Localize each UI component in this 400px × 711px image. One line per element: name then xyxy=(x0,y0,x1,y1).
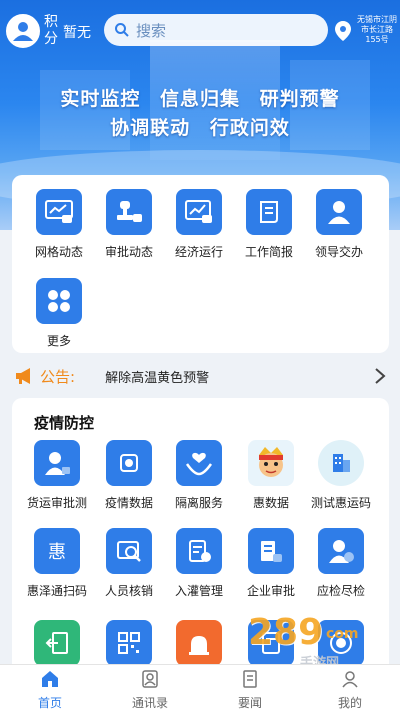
epidemic-label: 惠泽通扫码 xyxy=(26,584,87,598)
epidemic-label: 惠数据 xyxy=(252,496,289,510)
epidemic-hui-scan[interactable]: 惠 惠泽通扫码 xyxy=(22,528,92,599)
profile-icon xyxy=(342,671,358,688)
menu-approval-dynamics[interactable]: 审批动态 xyxy=(94,189,164,260)
slogan-item: 信息归集 xyxy=(159,88,240,110)
epidemic-isolation[interactable]: 隔离服务 xyxy=(164,440,234,511)
slogan-item: 研判预警 xyxy=(259,88,340,110)
epidemic-exit[interactable] xyxy=(22,620,92,666)
watermark-number: 289 xyxy=(248,612,324,653)
menu-label: 领导交办 xyxy=(314,245,363,259)
menu-economy[interactable]: 经济运行 xyxy=(164,189,234,260)
epidemic-label: 企业审批 xyxy=(246,584,295,598)
section-title: 疫情防控 xyxy=(34,414,95,432)
top-bar: 积分 暂无 搜索 无锡市江阴市长江路155号 xyxy=(0,10,400,54)
briefing-scroll-icon xyxy=(246,189,292,235)
points-label: 积分 xyxy=(44,14,58,47)
points-value: 暂无 xyxy=(63,25,91,41)
news-icon xyxy=(243,670,257,688)
id-search-icon xyxy=(106,528,152,574)
slogan-line-2: 协调联动 行政问效 xyxy=(0,113,400,140)
slogan-line-1: 实时监控 信息归集 研判预警 xyxy=(0,84,400,111)
exit-door-icon xyxy=(34,620,80,666)
nav-label: 首页 xyxy=(37,696,62,710)
nav-profile[interactable]: 我的 xyxy=(300,665,400,711)
menu-label: 审批动态 xyxy=(104,245,153,259)
hands-heart-icon xyxy=(176,440,222,486)
company-approval-icon xyxy=(248,528,294,574)
notice-label: 公告: xyxy=(40,367,76,386)
alarm-icon xyxy=(176,620,222,666)
chevron-right-icon[interactable] xyxy=(373,367,387,385)
search-icon xyxy=(115,23,129,37)
notice-bar[interactable]: 公告: 解除高温黄色预警 xyxy=(12,364,389,388)
epidemic-personnel[interactable]: 人员核销 xyxy=(94,528,164,599)
slogan-item: 实时监控 xyxy=(60,88,141,110)
epidemic-company-approval[interactable]: 企业审批 xyxy=(236,528,306,599)
search-placeholder: 搜索 xyxy=(136,21,167,40)
epidemic-test-code[interactable]: 测试惠运码 xyxy=(306,440,376,511)
menu-label: 更多 xyxy=(46,334,71,348)
epidemic-label: 测试惠运码 xyxy=(310,496,371,510)
qr-code-icon xyxy=(106,620,152,666)
epidemic-inspection[interactable]: 应检尽检 xyxy=(306,528,376,599)
approval-dynamics-icon xyxy=(106,189,152,235)
epidemic-label: 隔离服务 xyxy=(174,496,223,510)
home-icon xyxy=(42,671,58,687)
leader-person-icon xyxy=(316,189,362,235)
slogan-item: 行政问效 xyxy=(209,117,290,139)
menu-label: 网格动态 xyxy=(34,245,83,259)
person-check-icon xyxy=(318,528,364,574)
virus-data-icon xyxy=(106,440,152,486)
menu-leader-assign[interactable]: 领导交办 xyxy=(304,189,374,260)
grid-dynamics-icon xyxy=(36,189,82,235)
epidemic-label: 入灌管理 xyxy=(174,584,223,598)
nav-news[interactable]: 要闻 xyxy=(200,665,300,711)
nav-label: 我的 xyxy=(337,696,362,710)
svg-text:惠: 惠 xyxy=(48,542,66,563)
bottom-navigation: 首页 通讯录 要闻 我的 xyxy=(0,664,400,711)
epidemic-label: 应检尽检 xyxy=(316,584,365,598)
menu-grid-dynamics[interactable]: 网格动态 xyxy=(24,189,94,260)
menu-briefing[interactable]: 工作简报 xyxy=(234,189,304,260)
hui-scan-icon: 惠 xyxy=(34,528,80,574)
nav-label: 要闻 xyxy=(237,696,262,710)
freight-person-icon xyxy=(34,440,80,486)
epidemic-entry[interactable]: 入灌管理 xyxy=(164,528,234,599)
form-upload-icon xyxy=(176,528,222,574)
economy-chart-icon xyxy=(176,189,222,235)
menu-more[interactable]: 更多 xyxy=(24,278,94,349)
epidemic-alarm[interactable] xyxy=(164,620,234,666)
watermark-suffix: com xyxy=(326,626,359,642)
epidemic-qr[interactable] xyxy=(94,620,164,666)
contacts-icon xyxy=(142,670,158,688)
avatar[interactable] xyxy=(6,14,40,48)
mascot-icon xyxy=(248,440,294,486)
building-code-icon xyxy=(318,440,364,486)
nav-contacts[interactable]: 通讯录 xyxy=(100,665,200,711)
slogan-item: 协调联动 xyxy=(110,117,191,139)
epidemic-data[interactable]: 疫情数据 xyxy=(94,440,164,511)
watermark-logo: 289 com 手游网 xyxy=(248,612,378,672)
epidemic-label: 货运审批测 xyxy=(26,496,87,510)
epidemic-label: 疫情数据 xyxy=(104,496,153,510)
nav-home[interactable]: 首页 xyxy=(0,665,100,711)
epidemic-label: 人员核销 xyxy=(104,584,153,598)
megaphone-icon xyxy=(16,368,30,384)
notice-text: 解除高温黄色预警 xyxy=(105,370,210,386)
quick-menu-card: 网格动态 审批动态 经济运行 工作简报 领导交办 更多 xyxy=(12,175,389,353)
epidemic-freight[interactable]: 货运审批测 xyxy=(22,440,92,511)
epidemic-hui-data[interactable]: 惠数据 xyxy=(236,440,306,511)
more-grid-icon xyxy=(36,278,82,324)
nav-label: 通讯录 xyxy=(131,696,168,710)
menu-label: 工作简报 xyxy=(244,245,293,259)
search-input[interactable]: 搜索 xyxy=(104,14,328,46)
user-avatar-icon xyxy=(13,22,33,41)
menu-label: 经济运行 xyxy=(174,245,223,259)
location-pin-icon[interactable] xyxy=(334,20,352,42)
location-text[interactable]: 无锡市江阴市长江路155号 xyxy=(354,15,400,45)
